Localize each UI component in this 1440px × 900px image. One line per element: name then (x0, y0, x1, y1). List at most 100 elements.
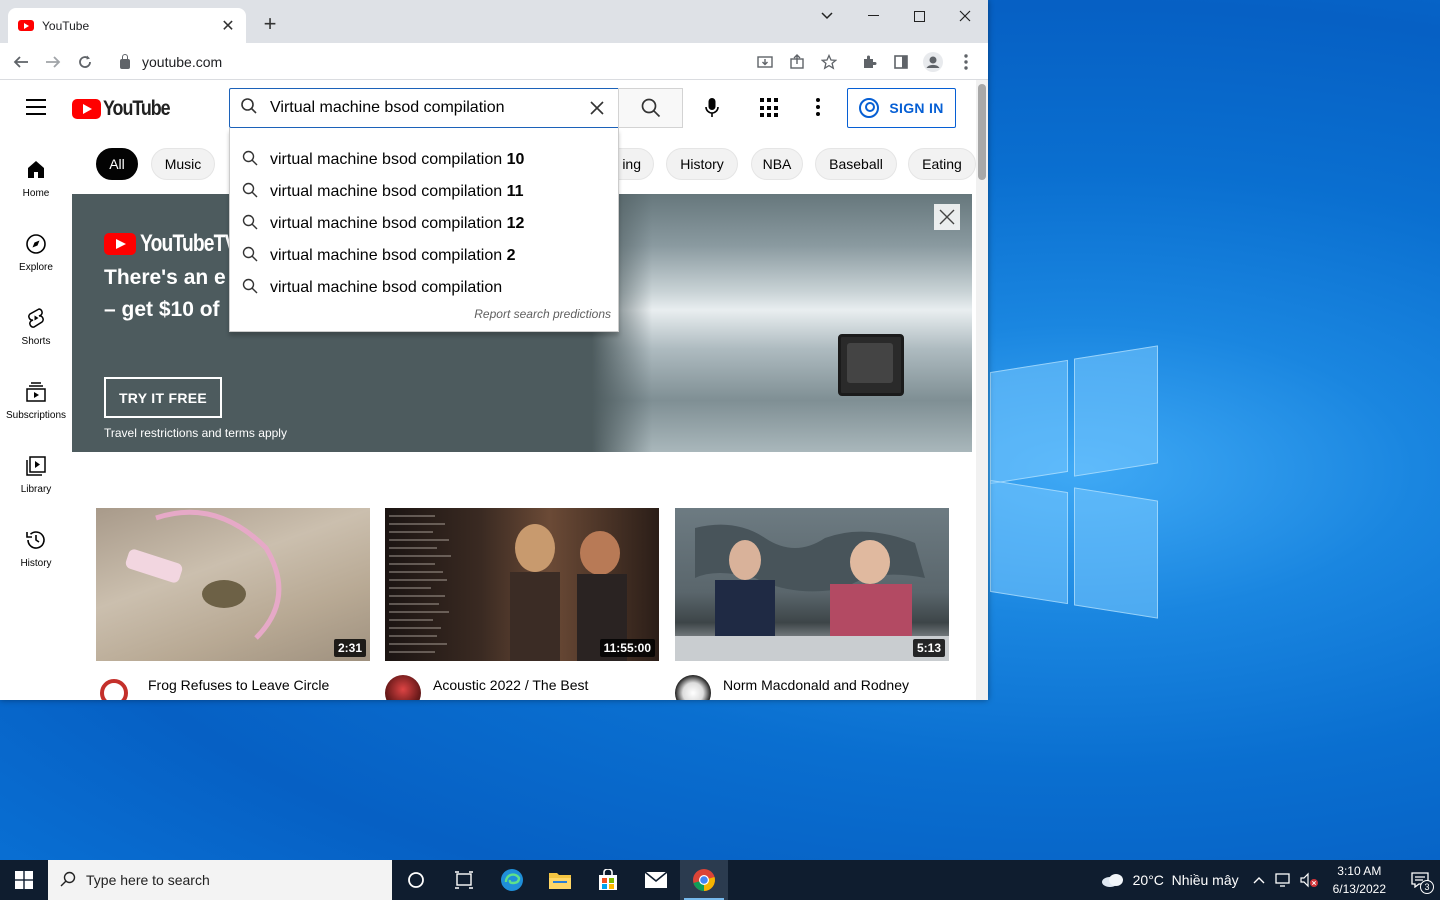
video-title[interactable]: Frog Refuses to Leave Circle (148, 675, 329, 700)
mail-icon (644, 871, 668, 888)
bookmark-star-icon[interactable] (816, 49, 842, 75)
search-icon (242, 278, 260, 299)
banner-headline-1: There's an e (104, 266, 226, 289)
channel-avatar[interactable] (100, 679, 128, 700)
start-button[interactable] (0, 860, 48, 900)
subscriptions-icon (26, 382, 46, 402)
task-view-button[interactable] (440, 860, 488, 900)
taskbar-file-explorer[interactable] (536, 860, 584, 900)
try-it-free-button[interactable]: TRY IT FREE (104, 377, 222, 418)
chip-baseball[interactable]: Baseball (815, 148, 897, 180)
url-text: youtube.com (142, 54, 223, 70)
search-suggestion[interactable]: virtual machine bsod compilation 10 (230, 144, 618, 176)
install-app-icon[interactable] (752, 49, 778, 75)
cortana-button[interactable] (392, 860, 440, 900)
page-scrollbar[interactable] (976, 80, 988, 700)
tab-youtube[interactable]: YouTube ✕ (8, 8, 246, 43)
weather-text[interactable]: 20°C Nhiều mây (1133, 872, 1239, 888)
back-button[interactable] (8, 49, 34, 75)
channel-avatar[interactable] (385, 675, 421, 700)
video-title[interactable]: Acoustic 2022 / The Best (433, 675, 588, 700)
minimize-button[interactable] (850, 4, 896, 28)
sign-in-button[interactable]: SIGN IN (847, 88, 956, 128)
search-icon (242, 246, 260, 267)
youtube-apps-icon[interactable] (760, 98, 780, 118)
search-suggestion[interactable]: virtual machine bsod compilation (230, 272, 618, 304)
taskbar-edge[interactable] (488, 860, 536, 900)
system-clock[interactable]: 3:10 AM 6/13/2022 (1333, 862, 1386, 898)
reload-button[interactable] (72, 49, 98, 75)
search-suggestion[interactable]: virtual machine bsod compilation 2 (230, 240, 618, 272)
browser-menu-icon[interactable] (953, 49, 979, 75)
compass-icon (26, 234, 46, 254)
search-button[interactable] (618, 88, 683, 128)
windows-start-icon (15, 871, 33, 889)
taskbar-chrome[interactable] (680, 860, 728, 900)
profile-avatar-icon[interactable] (920, 49, 946, 75)
search-suggestion[interactable]: virtual machine bsod compilation 11 (230, 176, 618, 208)
video-card[interactable]: 5:13 Norm Macdonald and Rodney (675, 508, 949, 700)
new-tab-button[interactable]: + (258, 13, 282, 35)
taskbar-microsoft-store[interactable] (584, 860, 632, 900)
maximize-button[interactable] (896, 4, 942, 28)
microphone-icon (705, 98, 719, 117)
television-in-water-image (838, 334, 904, 396)
search-icon (60, 871, 76, 890)
side-panel-icon[interactable] (888, 49, 914, 75)
taskbar-mail[interactable] (632, 860, 680, 900)
chip-history[interactable]: History (666, 148, 738, 180)
youtube-tv-logo-text: YouTubeTV (140, 230, 237, 257)
report-search-predictions-link[interactable]: Report search predictions (474, 307, 611, 321)
suggestion-prefix: virtual machine bsod compilation (270, 215, 503, 232)
address-bar[interactable]: youtube.com (108, 47, 848, 77)
guide-item-explore[interactable]: Explore (0, 232, 72, 273)
chip-eating[interactable]: Eating (908, 148, 976, 180)
taskbar-search-box[interactable]: Type here to search (48, 860, 392, 900)
guide-label: Shorts (21, 336, 51, 347)
close-window-button[interactable] (942, 4, 988, 28)
clear-search-icon[interactable] (586, 95, 608, 121)
video-card[interactable]: 11:55:00 Acoustic 2022 / The Best (385, 508, 659, 700)
guide-item-shorts[interactable]: Shorts (0, 306, 72, 347)
chip-nba[interactable]: NBA (751, 148, 803, 180)
guide-item-library[interactable]: Library (0, 454, 72, 495)
close-ad-icon[interactable] (934, 204, 960, 230)
volume-muted-icon[interactable] (1299, 872, 1319, 888)
search-suggestion[interactable]: virtual machine bsod compilation 12 (230, 208, 618, 240)
search-icon (242, 150, 260, 171)
guide-item-subscriptions[interactable]: Subscriptions (0, 380, 72, 421)
chip-music[interactable]: Music (151, 148, 215, 180)
video-thumbnail[interactable]: 2:31 (96, 508, 370, 661)
share-icon[interactable] (784, 49, 810, 75)
guide-label: Explore (19, 262, 53, 273)
close-tab-icon[interactable]: ✕ (220, 16, 236, 36)
extensions-icon[interactable] (856, 49, 882, 75)
settings-menu-icon[interactable] (816, 98, 822, 118)
guide-item-home[interactable]: Home (0, 158, 72, 199)
network-icon[interactable] (1274, 872, 1293, 888)
cortana-icon (408, 872, 424, 888)
search-icon (242, 214, 260, 235)
youtube-logo[interactable]: YouTube (72, 97, 181, 121)
scrollbar-thumb[interactable] (978, 84, 986, 180)
taskbar-search-placeholder: Type here to search (86, 872, 210, 888)
tab-search-icon[interactable] (804, 4, 850, 28)
browser-toolbar: youtube.com (0, 43, 988, 80)
video-thumbnail[interactable]: 5:13 (675, 508, 949, 661)
voice-search-button[interactable] (696, 92, 728, 124)
channel-avatar[interactable] (675, 675, 711, 700)
action-center-button[interactable]: 3 (1400, 860, 1440, 900)
video-thumbnail[interactable]: 11:55:00 (385, 508, 659, 661)
hamburger-menu-icon[interactable] (26, 99, 46, 115)
search-input[interactable]: Virtual machine bsod compilation (229, 88, 619, 128)
chip-all[interactable]: All (96, 148, 138, 180)
guide-item-history[interactable]: History (0, 528, 72, 569)
chevron-up-icon[interactable] (1253, 876, 1265, 884)
forward-button[interactable] (40, 49, 66, 75)
suggestion-prefix: virtual machine bsod compilation (270, 151, 503, 168)
video-title[interactable]: Norm Macdonald and Rodney (723, 675, 909, 700)
youtube-logo-text: YouTube (103, 97, 171, 120)
windows-taskbar: Type here to search 20°C Nhiều mây 3:10 … (0, 860, 1440, 900)
video-card[interactable]: 2:31 Frog Refuses to Leave Circle (96, 508, 370, 700)
history-icon (26, 531, 45, 549)
